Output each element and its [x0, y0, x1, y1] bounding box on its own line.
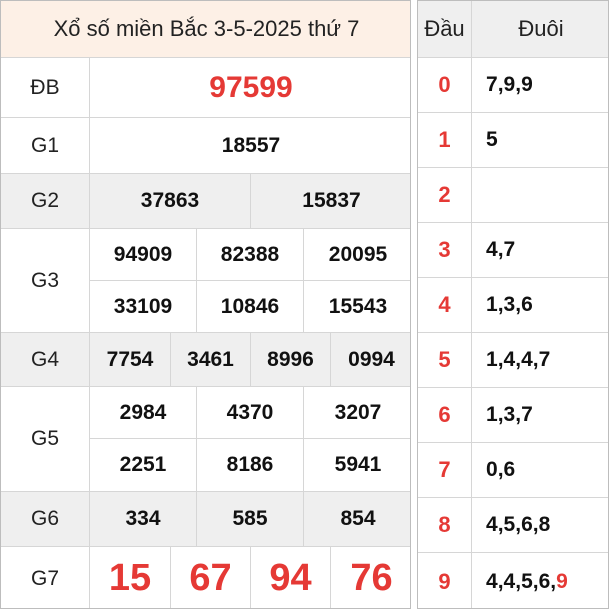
prize-label-g4: G4	[1, 333, 90, 387]
prize-label-g5: G5	[1, 387, 90, 492]
loto-tail-digit: 3	[503, 403, 516, 426]
g3-number: 15543	[304, 281, 410, 333]
prize-label-g6: G6	[1, 492, 90, 547]
g3-number: 10846	[197, 281, 304, 333]
g4-number: 0994	[331, 333, 410, 387]
g4-number: 3461	[171, 333, 251, 387]
g3-number: 82388	[197, 229, 304, 281]
loto-tail-digit: 4	[486, 569, 498, 593]
loto-tail-list: 4,5,6,8	[472, 498, 608, 553]
g2-number: 15837	[251, 174, 410, 229]
loto-tail-digit: 1	[486, 293, 498, 316]
g7-number: 76	[350, 557, 393, 599]
g7-number: 15	[90, 547, 171, 608]
loto-tail-digit: 5	[486, 128, 498, 151]
g5-number: 5941	[304, 439, 410, 492]
loto-tail-digit: 5	[521, 569, 533, 593]
g3-number: 20095	[304, 229, 410, 281]
loto-tail-digit: 1	[486, 348, 498, 371]
loto-tail-digit: 9	[556, 569, 568, 593]
loto-tail-digit: 4	[486, 513, 498, 536]
prize-label-g1: G1	[1, 118, 90, 174]
g5-number: 2984	[90, 387, 197, 439]
loto-tail-digit: 6	[521, 293, 533, 316]
loto-tail-list: 0,6	[472, 443, 608, 498]
loto-header-dau: Đầu	[418, 1, 472, 58]
g1-number: 18557	[90, 118, 410, 174]
g6-number: 854	[304, 492, 410, 547]
loto-tail-digit: 8	[538, 513, 551, 536]
g3-number: 33109	[90, 281, 197, 333]
loto-head-digit: 8	[418, 498, 472, 553]
prize-label-g3: G3	[1, 229, 90, 333]
g4-number: 7754	[90, 333, 171, 387]
g5-number: 4370	[197, 387, 304, 439]
loto-header-duoi: Đuôi	[472, 1, 608, 58]
g5-number: 2251	[90, 439, 197, 492]
loto-tail-digit: 9	[521, 73, 533, 96]
loto-tail-digit: 4	[503, 569, 516, 593]
loto-tail-digit: 0	[486, 458, 498, 481]
special-prize-number: 97599	[90, 58, 410, 118]
g7-number: 94	[251, 547, 331, 608]
loto-tail-list: 1,3,7	[472, 388, 608, 443]
loto-tail-digit: 6	[503, 458, 516, 481]
loto-tail-digit: 3	[503, 293, 516, 316]
g5-number: 3207	[304, 387, 410, 439]
g7-number: 67	[171, 547, 251, 608]
loto-tail-digit: 1	[486, 403, 498, 426]
results-table: Xổ số miền Bắc 3-5-2025 thứ 7 ĐB 97599 G…	[0, 0, 411, 609]
loto-head-digit: 3	[418, 223, 472, 278]
results-title: Xổ số miền Bắc 3-5-2025 thứ 7	[1, 1, 410, 58]
loto-tail-list: 5	[472, 113, 608, 168]
prize-label-g7: G7	[1, 547, 90, 608]
g6-number: 334	[90, 492, 197, 547]
loto-head-digit: 4	[418, 278, 472, 333]
loto-tail-digit: 5	[503, 513, 516, 536]
loto-head-digit: 5	[418, 333, 472, 388]
loto-tail-digit: 7	[521, 403, 533, 426]
lottery-results-page: Xổ số miền Bắc 3-5-2025 thứ 7 ĐB 97599 G…	[0, 0, 609, 609]
loto-tail-list: 1,4,4,7	[472, 333, 608, 388]
g4-number: 8996	[251, 333, 331, 387]
loto-tail-list	[472, 168, 608, 223]
loto-head-digit: 7	[418, 443, 472, 498]
loto-tail-digit: 4	[503, 348, 516, 371]
loto-tail-digit: 6	[521, 513, 533, 536]
loto-head-digit: 6	[418, 388, 472, 443]
loto-head-digit: 2	[418, 168, 472, 223]
loto-tail-list: 1,3,6	[472, 278, 608, 333]
g5-number: 8186	[197, 439, 304, 492]
loto-tail-digit: 4	[486, 238, 498, 261]
loto-tail-list: 7,9,9	[472, 58, 608, 113]
loto-tail-list: 4,7	[472, 223, 608, 278]
loto-head-digit: 1	[418, 113, 472, 168]
g3-number: 94909	[90, 229, 197, 281]
loto-head-digit: 9	[418, 553, 472, 608]
g6-number: 585	[197, 492, 304, 547]
loto-tail-digit: 7	[503, 238, 516, 261]
loto-tail-digit: 9	[503, 73, 516, 96]
prize-label-db: ĐB	[1, 58, 90, 118]
loto-tail-list: 4,4,5,6,9	[472, 553, 608, 608]
loto-table: Đầu Đuôi 07,9,915234,741,3,651,4,4,761,3…	[417, 0, 609, 609]
loto-tail-digit: 4	[521, 348, 533, 371]
loto-tail-digit: 7	[538, 348, 551, 371]
prize-label-g2: G2	[1, 174, 90, 229]
g2-number: 37863	[90, 174, 251, 229]
loto-tail-digit: 6	[538, 569, 551, 593]
loto-tail-digit: 7	[486, 73, 498, 96]
loto-head-digit: 0	[418, 58, 472, 113]
